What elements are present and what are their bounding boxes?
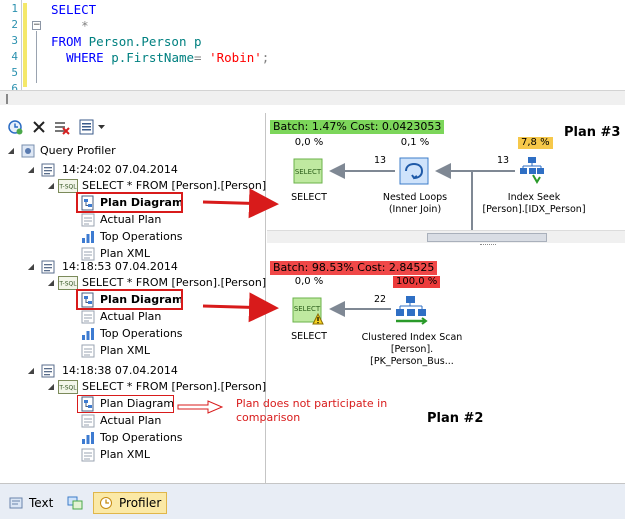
hollow-annotation-arrow — [177, 400, 224, 414]
bottom-tab-bar: Text Profiler — [0, 483, 625, 519]
annotation-overlay — [177, 188, 279, 414]
annotation-not-participate: Plan does not participate in comparison — [236, 397, 388, 424]
text-tab-icon — [9, 497, 23, 509]
profiler-tab-label: Profiler — [119, 496, 162, 510]
text-tab-label: Text — [29, 496, 54, 510]
compare-tab-icon — [67, 496, 83, 510]
compare-tab[interactable] — [62, 492, 88, 514]
profiler-tab[interactable]: Profiler — [93, 492, 168, 514]
red-arrow-plan2 — [202, 292, 279, 323]
text-tab[interactable]: Text — [4, 492, 58, 514]
red-arrow-plan3 — [202, 188, 279, 219]
profiler-tab-icon — [100, 497, 112, 509]
